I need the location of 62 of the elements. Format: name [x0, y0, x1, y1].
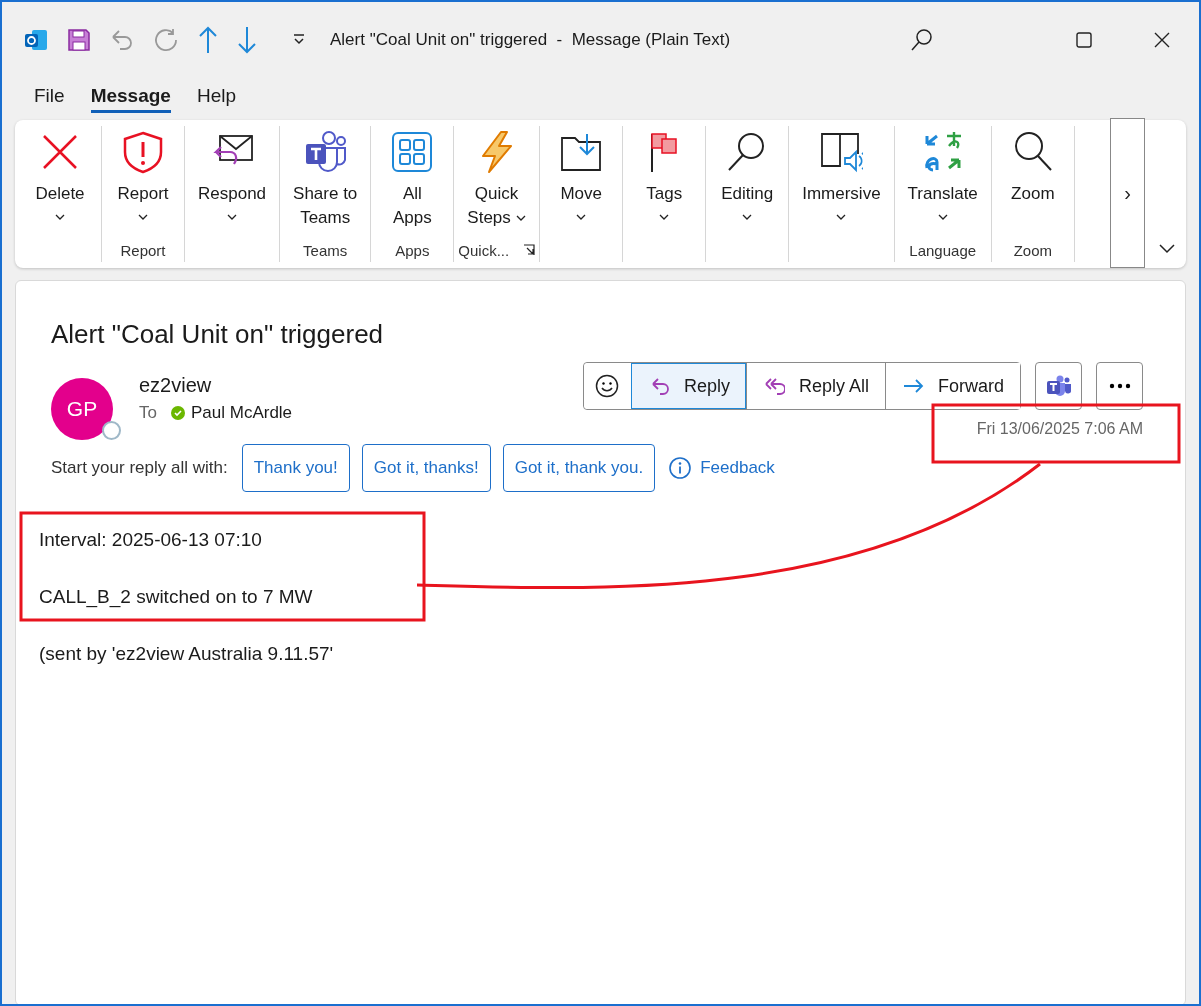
down-arrow-icon[interactable]: [237, 26, 257, 54]
ribbon-button[interactable]: Immersive: [793, 126, 890, 238]
shield-icon: [121, 130, 165, 174]
up-arrow-icon[interactable]: [198, 26, 218, 54]
suggested-reply-button[interactable]: Got it, thank you.: [502, 444, 656, 492]
group-label: Quick...: [458, 241, 510, 259]
ribbon-button[interactable]: Respond: [189, 126, 276, 238]
window-title: Alert "Coal Unit on" triggered - Message (Plain Text): [330, 30, 731, 50]
suggested-reply-button[interactable]: Thank you!: [241, 444, 350, 492]
sender-name: ez2view: [139, 374, 213, 397]
maximize-icon[interactable]: [1076, 32, 1092, 48]
outlook-logo-icon[interactable]: [24, 28, 48, 52]
teams-button[interactable]: [1035, 362, 1082, 410]
message-action-button[interactable]: Reply: [630, 363, 746, 409]
ribbon-button[interactable]: Delete: [23, 126, 97, 238]
more-options-button[interactable]: [1096, 362, 1143, 410]
search-icon[interactable]: [910, 28, 934, 52]
message-action-button[interactable]: Forward: [885, 363, 1020, 409]
ribbon-button[interactable]: Share to Teams: [284, 126, 367, 238]
quick-reply-prompt: Start your reply all with:: [51, 458, 228, 478]
message-body-line: CALL_B_2 switched on to 7 MW: [39, 585, 314, 610]
ellipsis-icon: [1108, 383, 1131, 389]
ribbon-button[interactable]: Move: [544, 126, 619, 238]
ribbon-button[interactable]: Report: [106, 126, 180, 238]
reply-all-arrow-icon: [762, 375, 785, 397]
available-check-icon: [170, 406, 185, 420]
teams-icon: [303, 130, 348, 174]
ribbon-button[interactable]: Translate: [898, 126, 987, 238]
ribbon-button[interactable]: Editing: [710, 126, 785, 238]
ribbon-button[interactable]: All Apps: [375, 126, 450, 238]
group-label: Report: [120, 241, 166, 259]
message-body-line: (sent by 'ez2view Australia 9.11.57': [39, 642, 335, 666]
chevron-down-icon[interactable]: [1159, 244, 1175, 254]
scroll-right-button[interactable]: ›: [1110, 118, 1145, 268]
smiley-icon: [595, 374, 620, 398]
to-label: To: [139, 403, 157, 423]
book-speaker-icon: [819, 130, 864, 174]
group-label: Apps: [395, 241, 430, 259]
menu-tab[interactable]: Message: [90, 85, 171, 113]
menu-tab[interactable]: File: [34, 85, 65, 113]
ribbon-button[interactable]: Zoom: [995, 126, 1070, 238]
ribbon-button[interactable]: Quick Steps: [458, 126, 535, 238]
teams-icon: [1045, 374, 1072, 398]
sent-date: Fri 13/06/2025 7:06 AM: [976, 420, 1143, 438]
close-icon[interactable]: [1154, 32, 1170, 48]
group-label: Language: [909, 241, 977, 259]
group-label: Zoom: [1013, 241, 1052, 259]
dialog-launcher-icon[interactable]: [523, 244, 536, 256]
avatar-circle: GP: [51, 378, 113, 440]
apps-grid-icon: [390, 130, 435, 174]
suggested-reply-button[interactable]: Got it, thanks!: [361, 444, 491, 492]
menu-tab[interactable]: Help: [196, 85, 236, 113]
feedback-link[interactable]: Feedback: [667, 457, 775, 479]
customize-toolbar-icon[interactable]: [292, 34, 306, 46]
message-subject: Alert "Coal Unit on" triggered: [50, 318, 385, 350]
message-body-line: Interval: 2025-06-13 07:10: [39, 528, 263, 552]
ribbon-button[interactable]: Tags: [627, 126, 702, 238]
recipient-name[interactable]: Paul McArdle: [190, 403, 293, 423]
group-label: Teams: [303, 241, 348, 259]
info-icon: [669, 457, 692, 479]
presence-status-icon: [102, 421, 121, 440]
save-icon[interactable]: [67, 28, 91, 52]
